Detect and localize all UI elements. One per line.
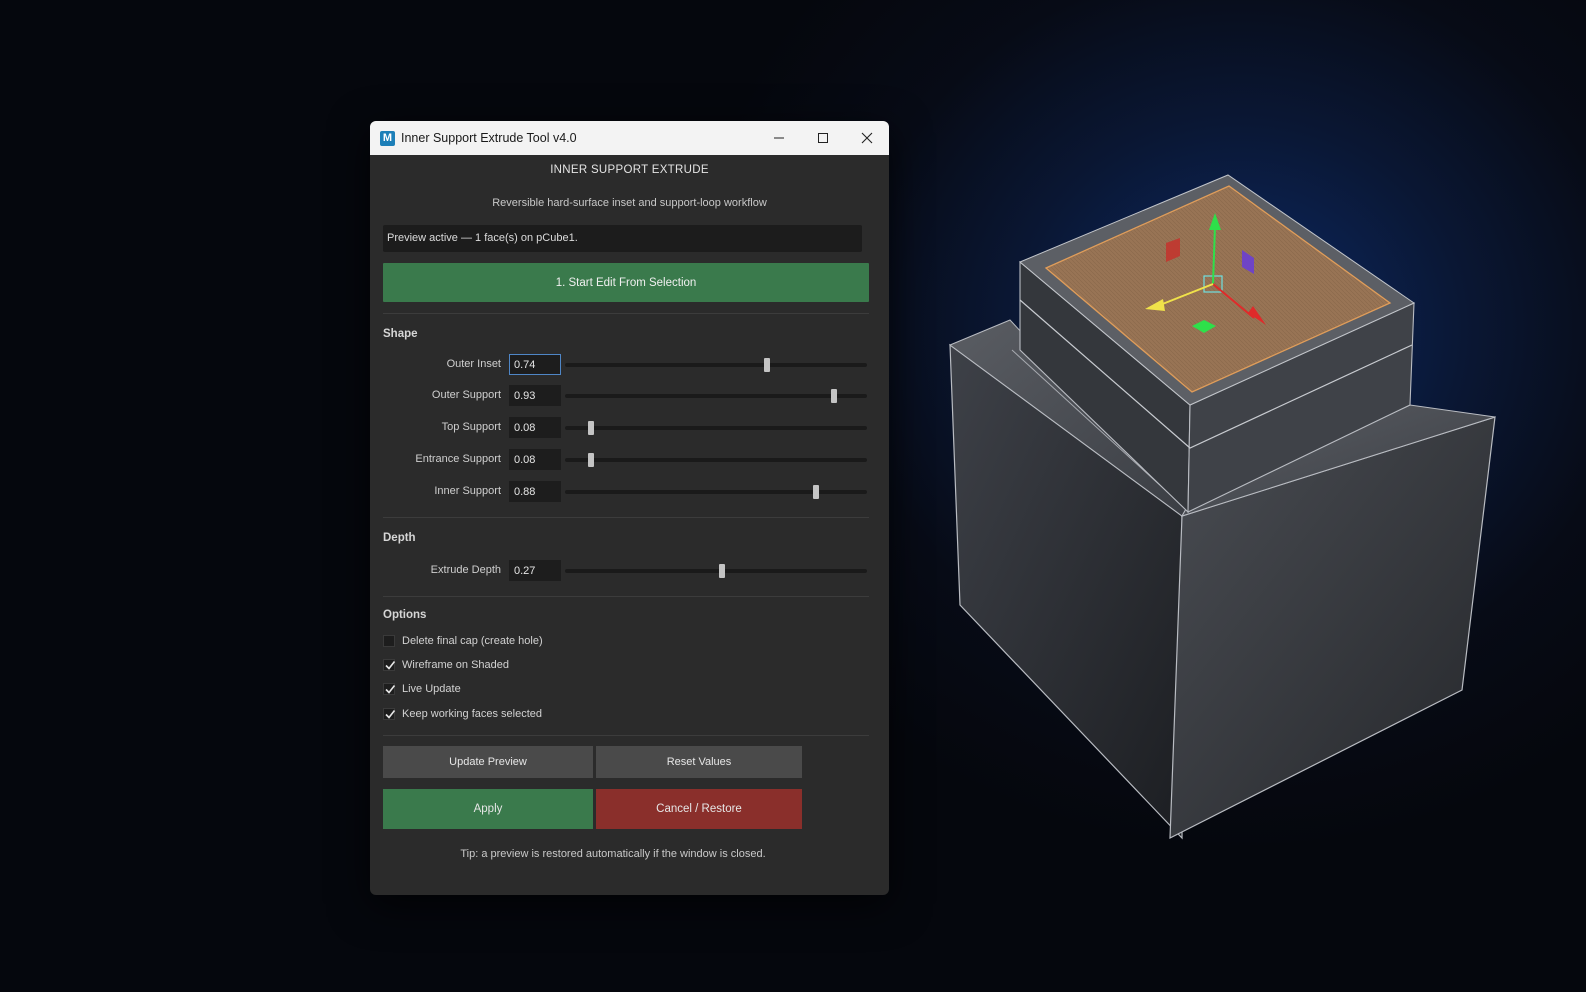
maximize-button[interactable] [801, 121, 845, 155]
option-delete-final-cap[interactable]: Delete final cap (create hole) [383, 632, 543, 650]
slider-handle[interactable] [587, 453, 594, 467]
maximize-icon [818, 133, 828, 143]
depth-section-label: Depth [383, 532, 416, 544]
param-label: Outer Support [431, 389, 501, 401]
title-bar[interactable]: M Inner Support Extrude Tool v4.0 [370, 121, 889, 155]
status-field: Preview active — 1 face(s) on pCube1. [383, 225, 862, 252]
param-row-entrance-support: Entrance Support 0.08 [370, 449, 889, 471]
check-label: Keep working faces selected [402, 708, 543, 720]
outer-inset-slider[interactable] [565, 358, 867, 372]
slider-handle[interactable] [812, 485, 819, 499]
tool-header-subtitle: Reversible hard-surface inset and suppor… [492, 197, 767, 209]
start-edit-button[interactable]: 1. Start Edit From Selection [383, 263, 869, 302]
divider [383, 517, 869, 518]
entrance-support-slider[interactable] [565, 453, 867, 467]
param-row-outer-support: Outer Support 0.93 [370, 385, 889, 407]
slider-handle[interactable] [764, 358, 771, 372]
param-row-inner-support: Inner Support 0.88 [370, 481, 889, 503]
checkbox[interactable] [383, 659, 396, 671]
check-label: Live Update [402, 683, 461, 695]
extrude-depth-field[interactable]: 0.27 [509, 560, 561, 581]
option-keep-faces-selected[interactable]: Keep working faces selected [383, 705, 542, 723]
checkmark-icon [385, 661, 396, 670]
tool-window: M Inner Support Extrude Tool v4.0 INNER … [370, 121, 889, 895]
checkbox[interactable] [383, 683, 396, 695]
outer-support-slider[interactable] [565, 389, 867, 403]
slider-handle[interactable] [719, 564, 726, 578]
inner-support-slider[interactable] [565, 485, 867, 499]
outer-support-field[interactable]: 0.93 [509, 385, 561, 406]
apply-button[interactable]: Apply [383, 789, 593, 829]
check-label: Wireframe on Shaded [402, 659, 509, 671]
tip-text: Tip: a preview is restored automatically… [460, 848, 766, 860]
slider-handle[interactable] [587, 421, 594, 435]
reset-values-button[interactable]: Reset Values [596, 746, 802, 778]
param-row-outer-inset: Outer Inset 0.74 [370, 354, 889, 376]
param-label: Entrance Support [415, 453, 501, 465]
minimize-button[interactable] [757, 121, 801, 155]
shape-section-label: Shape [383, 328, 418, 340]
close-icon [861, 132, 873, 144]
tool-header-title: INNER SUPPORT EXTRUDE [550, 164, 709, 176]
inner-support-field[interactable]: 0.88 [509, 481, 561, 502]
param-label: Top Support [441, 421, 501, 433]
slider-handle[interactable] [830, 389, 837, 403]
divider [383, 735, 869, 736]
param-label: Extrude Depth [430, 564, 501, 576]
cancel-restore-button[interactable]: Cancel / Restore [596, 789, 802, 829]
entrance-support-field[interactable]: 0.08 [509, 449, 561, 470]
checkbox[interactable] [383, 635, 395, 647]
divider [383, 313, 869, 314]
check-label: Delete final cap (create hole) [402, 635, 543, 647]
option-live-update[interactable]: Live Update [383, 680, 461, 698]
close-button[interactable] [845, 121, 889, 155]
param-label: Outer Inset [446, 358, 501, 370]
param-row-top-support: Top Support 0.08 [370, 417, 889, 439]
param-row-extrude-depth: Extrude Depth 0.27 [370, 560, 889, 582]
param-label: Inner Support [434, 485, 501, 497]
checkbox[interactable] [383, 708, 396, 720]
minimize-icon [774, 137, 784, 139]
checkmark-icon [385, 685, 396, 694]
window-title: Inner Support Extrude Tool v4.0 [401, 131, 577, 145]
window-controls [757, 121, 889, 155]
checkmark-icon [385, 710, 396, 719]
divider [383, 596, 869, 597]
maya-app-icon: M [380, 130, 395, 146]
extrude-depth-slider[interactable] [565, 564, 867, 578]
update-preview-button[interactable]: Update Preview [383, 746, 593, 778]
top-support-slider[interactable] [565, 421, 867, 435]
option-wireframe-on-shaded[interactable]: Wireframe on Shaded [383, 656, 509, 674]
outer-inset-field[interactable]: 0.74 [509, 354, 561, 375]
top-support-field[interactable]: 0.08 [509, 417, 561, 438]
options-section-label: Options [383, 609, 427, 621]
